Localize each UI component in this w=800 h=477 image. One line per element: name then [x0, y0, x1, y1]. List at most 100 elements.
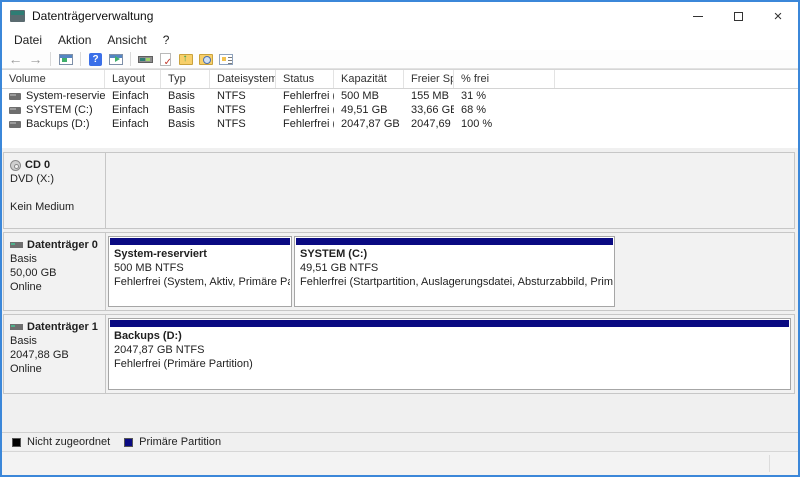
volume-row-system-c[interactable]: SYSTEM (C:) Einfach Basis NTFS Fehlerfre…	[2, 103, 798, 117]
partition-title: SYSTEM (C:)	[300, 247, 609, 261]
menu-aktion[interactable]: Aktion	[50, 31, 99, 49]
toolbar-separator	[130, 52, 131, 66]
explore-button[interactable]	[197, 51, 214, 67]
column-header-layout[interactable]: Layout	[105, 70, 161, 88]
column-header-volume[interactable]: Volume	[2, 70, 105, 88]
volume-list-pane: Volume Layout Typ Dateisystem Status Kap…	[2, 69, 798, 148]
disk-1-label-panel[interactable]: Datenträger 1 Basis 2047,88 GB Online	[4, 315, 106, 393]
disk-icon	[138, 56, 153, 63]
volume-free: 2047,69 ...	[404, 118, 454, 130]
action-pane-button[interactable]	[107, 51, 124, 67]
volume-icon	[9, 107, 21, 114]
menu-ansicht[interactable]: Ansicht	[99, 31, 154, 49]
menu-hilfe[interactable]: ?	[155, 31, 178, 49]
disk-0-status: Online	[10, 280, 99, 294]
upgrade-button[interactable]	[177, 51, 194, 67]
partition-color-strip	[110, 320, 789, 327]
disk-1-type: Basis	[10, 334, 99, 348]
partition-system-reserviert[interactable]: System-reserviert 500 MB NTFS Fehlerfrei…	[108, 236, 292, 307]
partition-backups-d[interactable]: Backups (D:) 2047,87 GB NTFS Fehlerfrei …	[108, 318, 791, 390]
console-tree-icon	[59, 54, 73, 65]
volume-fs: NTFS	[210, 118, 276, 130]
volume-status: Fehlerfrei (...	[276, 118, 334, 130]
volume-list-header: Volume Layout Typ Dateisystem Status Kap…	[2, 70, 798, 89]
legend-label: Primäre Partition	[139, 436, 221, 448]
properties-icon	[219, 54, 233, 65]
volume-layout: Einfach	[105, 118, 161, 130]
volume-icon	[9, 93, 21, 100]
volume-pct-free: 100 %	[454, 118, 555, 130]
volume-capacity: 500 MB	[334, 90, 404, 102]
unallocated-swatch	[12, 438, 21, 447]
disk-list-button[interactable]	[137, 51, 154, 67]
disk-1-size: 2047,88 GB	[10, 348, 99, 362]
properties-button[interactable]	[217, 51, 234, 67]
volume-row-system-reserviert[interactable]: System-reserviert Einfach Basis NTFS Feh…	[2, 89, 798, 103]
disk-0-label-panel[interactable]: Datenträger 0 Basis 50,00 GB Online	[4, 233, 106, 310]
toolbar-separator	[50, 52, 51, 66]
volume-name: System-reserviert	[26, 90, 105, 102]
help-icon: ?	[89, 53, 102, 66]
cd-medium-status: Kein Medium	[10, 200, 99, 214]
folder-up-icon	[179, 54, 193, 65]
toolbar-separator	[80, 52, 81, 66]
check-document-icon	[160, 53, 171, 66]
minimize-button[interactable]	[678, 2, 718, 30]
app-icon	[10, 10, 25, 22]
volume-type: Basis	[161, 118, 210, 130]
volume-name: SYSTEM (C:)	[26, 104, 93, 116]
column-header-freier-speicher[interactable]: Freier Sp...	[404, 70, 454, 88]
volume-capacity: 2047,87 GB	[334, 118, 404, 130]
disk-0-type: Basis	[10, 252, 99, 266]
disk-drive-icon	[10, 324, 23, 330]
console-tree-button[interactable]	[57, 51, 74, 67]
menu-datei[interactable]: Datei	[6, 31, 50, 49]
volume-pct-free: 68 %	[454, 104, 555, 116]
menu-bar: Datei Aktion Ansicht ?	[2, 30, 798, 50]
volume-fs: NTFS	[210, 104, 276, 116]
partition-system-c[interactable]: SYSTEM (C:) 49,51 GB NTFS Fehlerfrei (St…	[294, 236, 615, 307]
disk-1-name: Datenträger 1	[27, 320, 98, 334]
column-header-prozent-frei[interactable]: % frei	[454, 70, 555, 88]
forward-button[interactable]: →	[27, 51, 44, 67]
folder-search-icon	[199, 54, 213, 65]
forward-icon: →	[29, 52, 43, 66]
column-header-kapazitaet[interactable]: Kapazität	[334, 70, 404, 88]
disk-0-size: 50,00 GB	[10, 266, 99, 280]
partition-size-fs: 49,51 GB NTFS	[300, 261, 609, 275]
volume-row-backups-d[interactable]: Backups (D:) Einfach Basis NTFS Fehlerfr…	[2, 117, 798, 131]
maximize-button[interactable]	[718, 2, 758, 30]
back-icon: ←	[9, 52, 23, 66]
legend-label: Nicht zugeordnet	[27, 436, 110, 448]
close-button[interactable]: ×	[758, 2, 798, 30]
partition-color-strip	[110, 238, 290, 245]
toolbar: ← → ?	[2, 50, 798, 69]
title-bar: Datenträgerverwaltung ×	[2, 2, 798, 30]
volume-layout: Einfach	[105, 104, 161, 116]
column-header-status[interactable]: Status	[276, 70, 334, 88]
disk-0-name: Datenträger 0	[27, 238, 98, 252]
disk-1-status: Online	[10, 362, 99, 376]
partition-size-fs: 500 MB NTFS	[114, 261, 286, 275]
back-button[interactable]: ←	[7, 51, 24, 67]
disk-1-row: Datenträger 1 Basis 2047,88 GB Online Ba…	[3, 314, 795, 394]
volume-type: Basis	[161, 90, 210, 102]
window-title: Datenträgerverwaltung	[32, 9, 153, 23]
partition-status: Fehlerfrei (System, Aktiv, Primäre Parti…	[114, 275, 286, 289]
partition-size-fs: 2047,87 GB NTFS	[114, 343, 785, 357]
cd-drive-label-panel[interactable]: CD 0 DVD (X:) Kein Medium	[4, 153, 106, 228]
column-header-dateisystem[interactable]: Dateisystem	[210, 70, 276, 88]
volume-free: 155 MB	[404, 90, 454, 102]
column-header-typ[interactable]: Typ	[161, 70, 210, 88]
legend-unallocated: Nicht zugeordnet	[12, 436, 110, 448]
status-bar-divider	[769, 455, 770, 472]
disk-drive-icon	[10, 242, 23, 248]
partition-title: System-reserviert	[114, 247, 286, 261]
volume-status: Fehlerfrei (...	[276, 90, 334, 102]
cd-name: CD 0	[25, 158, 50, 172]
column-header-filler	[555, 70, 798, 88]
check-disk-button[interactable]	[157, 51, 174, 67]
disk-management-window: Datenträgerverwaltung × Datei Aktion Ans…	[0, 0, 800, 477]
cd-drive-row: CD 0 DVD (X:) Kein Medium	[3, 152, 795, 229]
help-button[interactable]: ?	[87, 51, 104, 67]
